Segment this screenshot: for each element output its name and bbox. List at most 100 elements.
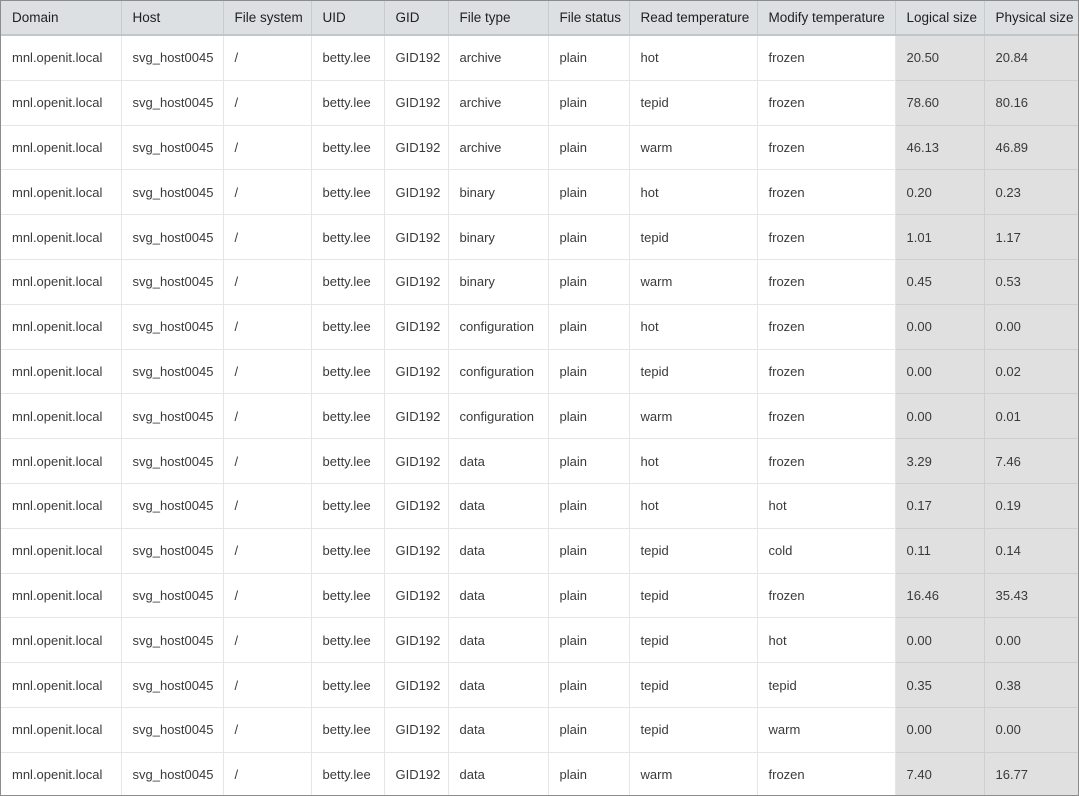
cell-uid: betty.lee: [311, 438, 385, 484]
cell-logical-size: 0.00: [894, 349, 985, 395]
cell-logical-size: 0.00: [894, 617, 985, 664]
table-row[interactable]: mnl.openit.local svg_host0045/betty.lee GI…: [1, 438, 1078, 484]
table-row[interactable]: mnl.openit.local svg_host0045/betty.lee GI…: [1, 393, 1078, 440]
table-row[interactable]: mnl.openit.local svg_host0045/betty.lee GI…: [1, 707, 1078, 753]
cell-uid: betty.lee: [311, 259, 385, 305]
table-row[interactable]: mnl.openit.local svg_host0045/betty.lee GI…: [1, 214, 1078, 260]
cell-read-temperature: tepid: [629, 662, 758, 708]
cell-uid: betty.lee: [311, 393, 385, 440]
cell-file-status: plain: [548, 528, 630, 574]
cell-read-temperature: tepid: [629, 707, 758, 753]
cell-file-system: /: [223, 80, 312, 126]
cell-host: svg_host0045: [121, 707, 224, 753]
table-row[interactable]: mnl.openit.local svg_host0045/betty.lee GI…: [1, 617, 1078, 664]
cell-physical-size: 0.00: [984, 617, 1078, 664]
table-row[interactable]: mnl.openit.local svg_host0045/betty.lee GI…: [1, 80, 1078, 126]
cell-host: svg_host0045: [121, 483, 224, 529]
column-header-read-temperature[interactable]: Read temperature: [629, 1, 758, 36]
cell-logical-size: 0.00: [894, 707, 985, 753]
cell-file-system: /: [223, 214, 312, 260]
table-body: mnl.openit.local svg_host0045/betty.lee GI…: [1, 35, 1078, 795]
column-header-logical-size[interactable]: Logical size: [895, 1, 985, 36]
cell-logical-size: 78.60: [894, 80, 985, 126]
cell-physical-size: 0.00: [984, 707, 1078, 753]
column-header-modify-temperature[interactable]: Modify temperature: [757, 1, 896, 36]
cell-read-temperature: tepid: [629, 573, 758, 619]
cell-domain: mnl.openit.local: [1, 169, 122, 216]
cell-domain: mnl.openit.local: [1, 125, 122, 171]
cell-gid: GID192: [384, 349, 449, 395]
cell-uid: betty.lee: [311, 617, 385, 664]
table-row[interactable]: mnl.openit.local svg_host0045/betty.lee GI…: [1, 259, 1078, 305]
cell-domain: mnl.openit.local: [1, 304, 122, 350]
cell-gid: GID192: [384, 259, 449, 305]
cell-file-type: archive: [448, 125, 549, 171]
cell-physical-size: 0.14: [984, 528, 1078, 574]
cell-gid: GID192: [384, 80, 449, 126]
table-row[interactable]: mnl.openit.local svg_host0045/betty.lee GI…: [1, 752, 1078, 795]
column-header-file-system[interactable]: File system: [223, 1, 312, 36]
cell-file-type: binary: [448, 169, 549, 216]
cell-modify-temperature: frozen: [757, 125, 896, 171]
cell-host: svg_host0045: [121, 304, 224, 350]
cell-domain: mnl.openit.local: [1, 662, 122, 708]
cell-read-temperature: hot: [629, 304, 758, 350]
cell-logical-size: 20.50: [894, 35, 985, 81]
table-row[interactable]: mnl.openit.local svg_host0045/betty.lee GI…: [1, 528, 1078, 574]
cell-uid: betty.lee: [311, 573, 385, 619]
table-row[interactable]: mnl.openit.local svg_host0045/betty.lee GI…: [1, 349, 1078, 395]
cell-file-status: plain: [548, 438, 630, 484]
table-row[interactable]: mnl.openit.local svg_host0045/betty.lee GI…: [1, 662, 1078, 708]
table-row[interactable]: mnl.openit.local svg_host0045/betty.lee GI…: [1, 35, 1078, 81]
cell-physical-size: 1.17: [984, 214, 1078, 260]
cell-modify-temperature: warm: [757, 707, 896, 753]
cell-file-status: plain: [548, 35, 630, 81]
cell-read-temperature: warm: [629, 752, 758, 795]
cell-domain: mnl.openit.local: [1, 80, 122, 126]
cell-file-type: configuration: [448, 393, 549, 440]
table-row[interactable]: mnl.openit.local svg_host0045/betty.lee GI…: [1, 169, 1078, 216]
cell-file-system: /: [223, 169, 312, 216]
column-header-file-status[interactable]: File status: [548, 1, 630, 36]
cell-domain: mnl.openit.local: [1, 573, 122, 619]
cell-gid: GID192: [384, 125, 449, 171]
cell-gid: GID192: [384, 393, 449, 440]
table-row[interactable]: mnl.openit.local svg_host0045/betty.lee GI…: [1, 304, 1078, 350]
cell-host: svg_host0045: [121, 259, 224, 305]
cell-host: svg_host0045: [121, 214, 224, 260]
cell-host: svg_host0045: [121, 573, 224, 619]
cell-file-type: binary: [448, 214, 549, 260]
cell-physical-size: 0.01: [984, 393, 1078, 440]
column-header-uid[interactable]: UID: [311, 1, 385, 36]
cell-file-system: /: [223, 438, 312, 484]
column-header-physical-size[interactable]: Physical size: [984, 1, 1078, 36]
cell-file-status: plain: [548, 214, 630, 260]
cell-physical-size: 16.77: [984, 752, 1078, 795]
table-row[interactable]: mnl.openit.local svg_host0045/betty.lee GI…: [1, 483, 1078, 529]
cell-uid: betty.lee: [311, 80, 385, 126]
table-row[interactable]: mnl.openit.local svg_host0045/betty.lee GI…: [1, 125, 1078, 171]
cell-host: svg_host0045: [121, 349, 224, 395]
cell-host: svg_host0045: [121, 752, 224, 795]
column-header-domain[interactable]: Domain: [1, 1, 122, 36]
cell-read-temperature: warm: [629, 125, 758, 171]
cell-logical-size: 16.46: [894, 573, 985, 619]
cell-file-status: plain: [548, 125, 630, 171]
cell-file-type: binary: [448, 259, 549, 305]
cell-uid: betty.lee: [311, 349, 385, 395]
cell-read-temperature: warm: [629, 393, 758, 440]
cell-uid: betty.lee: [311, 528, 385, 574]
cell-uid: betty.lee: [311, 125, 385, 171]
cell-modify-temperature: frozen: [757, 259, 896, 305]
cell-modify-temperature: frozen: [757, 214, 896, 260]
cell-modify-temperature: frozen: [757, 393, 896, 440]
cell-modify-temperature: frozen: [757, 35, 896, 81]
cell-physical-size: 46.89: [984, 125, 1078, 171]
cell-logical-size: 46.13: [894, 125, 985, 171]
table-row[interactable]: mnl.openit.local svg_host0045/betty.lee GI…: [1, 573, 1078, 619]
column-header-host[interactable]: Host: [121, 1, 224, 36]
column-header-file-type[interactable]: File type: [448, 1, 549, 36]
cell-logical-size: 0.35: [894, 662, 985, 708]
column-header-gid[interactable]: GID: [384, 1, 449, 36]
cell-read-temperature: warm: [629, 259, 758, 305]
